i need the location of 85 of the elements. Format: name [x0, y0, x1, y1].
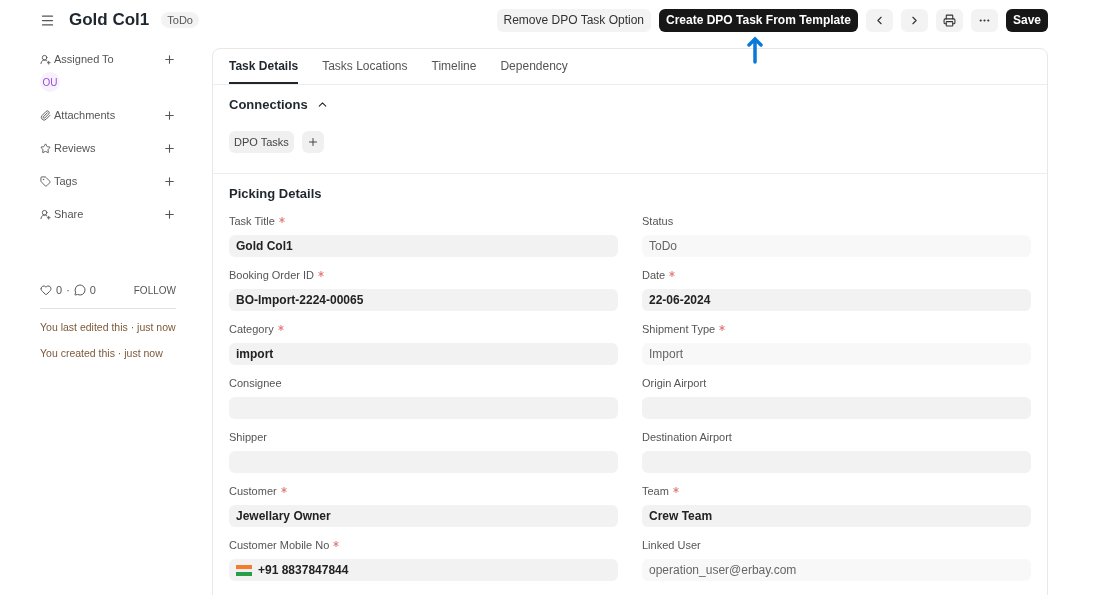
required-icon: [280, 487, 287, 493]
input-field[interactable]: Jewellary Owner: [229, 505, 618, 527]
field-label: Origin Airport: [642, 377, 707, 389]
primary-button[interactable]: Save: [1005, 8, 1048, 32]
status-badge: ToDo: [161, 12, 199, 28]
required-icon: [672, 487, 679, 493]
section-title: Picking Details: [229, 186, 322, 201]
menu-icon[interactable]: [40, 12, 55, 28]
print-icon: [942, 13, 956, 27]
activity-text: You created this · just now: [40, 346, 164, 361]
sidebar-item[interactable]: Tags: [40, 175, 78, 187]
required-icon: [333, 541, 340, 547]
flag-icon: [236, 564, 252, 576]
tab[interactable]: Tasks Locations: [322, 49, 408, 84]
input-field[interactable]: Import: [642, 343, 1031, 365]
required-icon: [318, 271, 324, 277]
paperclip-icon: [40, 109, 51, 121]
heart-icon[interactable]: [40, 284, 52, 296]
field-label: Category: [229, 323, 274, 335]
field-value: BO-Import-2224-00065: [236, 293, 364, 307]
tab[interactable]: Dependency: [500, 49, 568, 84]
input-field[interactable]: BO-Import-2224-00065: [229, 289, 618, 311]
field-label: Shipper: [229, 431, 267, 443]
field-value: import: [236, 347, 274, 361]
input-field[interactable]: import: [229, 343, 618, 365]
field-value: ToDo: [649, 239, 677, 253]
input-field[interactable]: Crew Team: [642, 505, 1031, 527]
input-field[interactable]: operation_user@erbay.com: [642, 559, 1031, 581]
field-label: Destination Airport: [642, 431, 732, 443]
input-field[interactable]: Gold Col1: [229, 235, 618, 257]
comment-count: 0: [89, 284, 96, 296]
field-label: Shipment Type: [642, 323, 716, 335]
field-value: operation_user@erbay.com: [649, 563, 797, 577]
field-label: Status: [642, 215, 674, 227]
add-icon[interactable]: [163, 108, 176, 122]
tab[interactable]: Timeline: [431, 49, 477, 84]
field-label: Customer Mobile No: [229, 539, 330, 551]
required-icon: [277, 325, 284, 331]
field-label: Team: [642, 485, 669, 497]
field-label: Linked User: [642, 539, 701, 551]
follow-link[interactable]: FOLLOW: [133, 284, 176, 296]
input-field[interactable]: 22-06-2024: [642, 289, 1031, 311]
field-label: Booking Order ID: [229, 269, 314, 281]
like-count: 0: [56, 284, 63, 296]
avatar[interactable]: OU: [40, 72, 60, 92]
field-label: Task Title: [229, 215, 275, 227]
page-title: Gold Col1: [69, 10, 150, 30]
primary-button[interactable]: Create DPO Task From Template: [659, 8, 858, 32]
tag-icon: [40, 175, 51, 187]
sidebar-item[interactable]: Reviews: [40, 142, 96, 154]
add-icon[interactable]: [163, 174, 176, 188]
field-label: Date: [642, 269, 666, 281]
user-plus-icon: [40, 208, 51, 220]
field-value: 22-06-2024: [649, 293, 711, 307]
activity-text: You last edited this · just now: [40, 320, 176, 335]
add-connection-button[interactable]: [301, 131, 324, 153]
input-field[interactable]: ToDo: [642, 235, 1031, 257]
sidebar-item[interactable]: Assigned To: [40, 53, 114, 65]
sidebar-item[interactable]: Attachments: [40, 109, 116, 121]
field-label: Customer: [229, 485, 277, 497]
comment-icon[interactable]: [73, 284, 86, 296]
tab[interactable]: Task Details: [229, 49, 299, 84]
input-field[interactable]: +91 8837847844: [229, 559, 618, 581]
field-value: +91 8837847844: [258, 563, 349, 577]
add-icon[interactable]: [163, 141, 176, 155]
user-plus-icon: [40, 53, 51, 65]
add-icon: [306, 136, 319, 148]
field-value: Jewellary Owner: [236, 509, 331, 523]
field-value: Import: [649, 347, 683, 361]
annotation-arrow: [747, 36, 763, 64]
star-icon: [40, 142, 51, 154]
required-icon: [719, 325, 726, 331]
required-icon: [278, 217, 285, 223]
secondary-button[interactable]: Remove DPO Task Option: [496, 8, 651, 32]
field-value: Gold Col1: [236, 239, 293, 253]
required-icon: [669, 271, 676, 277]
connection-chip[interactable]: DPO Tasks: [229, 131, 294, 153]
add-icon[interactable]: [163, 52, 176, 66]
separator-dot: ·: [66, 284, 70, 296]
sidebar-item[interactable]: Share: [40, 208, 84, 220]
add-icon[interactable]: [163, 207, 176, 221]
field-value: Crew Team: [649, 509, 713, 523]
section-title: Connections: [229, 97, 308, 112]
print-button[interactable]: [935, 8, 963, 32]
field-label: Consignee: [229, 377, 282, 389]
